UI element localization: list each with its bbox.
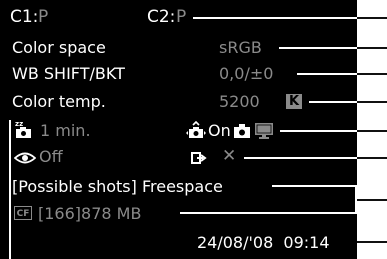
monitor-icon [254,122,274,139]
leader-ext-color-space [357,47,387,49]
possible-shots-label: [Possible shots] Freespace [12,177,223,196]
leader-ext-c2 [357,17,387,19]
c1-label: C1: [10,7,39,27]
c2-label: C2: [147,7,176,27]
auto-power-off-icon: zz [14,119,34,139]
direct-print-value: ✕ [222,146,237,166]
svg-text:zz: zz [15,120,23,128]
leader-ext-color-temp [357,101,387,103]
wb-shift-label: WB SHIFT/BKT [12,64,125,83]
color-space-label: Color space [12,38,106,57]
card-space-value: [166]878 MB [38,204,142,223]
camera-icon [233,123,251,138]
leader-ext-wb [357,73,387,75]
brace-top-line [272,185,357,187]
leader-ext-print [357,157,387,159]
c1-value: P [38,7,49,27]
leader-ext-datetime [357,241,372,243]
eye-icon [13,150,37,164]
print-transfer-icon [190,150,208,164]
date-time-value: 24/08/'08 09:14 [197,233,330,252]
auto-rotate-icon [186,120,206,139]
left-leader-line [9,120,11,259]
color-space-value: sRGB [219,38,262,57]
auto-power-off-value: 1 min. [40,121,91,140]
kelvin-badge: K [286,94,302,109]
brace-pointer-line [357,199,387,201]
red-eye-value: Off [39,147,63,166]
wb-shift-value: 0,0/±0 [219,64,274,83]
leader-ext-auto-rotate [357,130,387,132]
auto-rotate-value: On [208,121,231,140]
brace-bottom-line [180,212,357,214]
color-temp-value: 5200 [219,92,260,111]
c2-value: P [176,7,187,27]
cf-card-icon: CF [14,206,32,220]
leader-line-datetime [372,241,387,243]
color-temp-label: Color temp. [12,92,106,111]
